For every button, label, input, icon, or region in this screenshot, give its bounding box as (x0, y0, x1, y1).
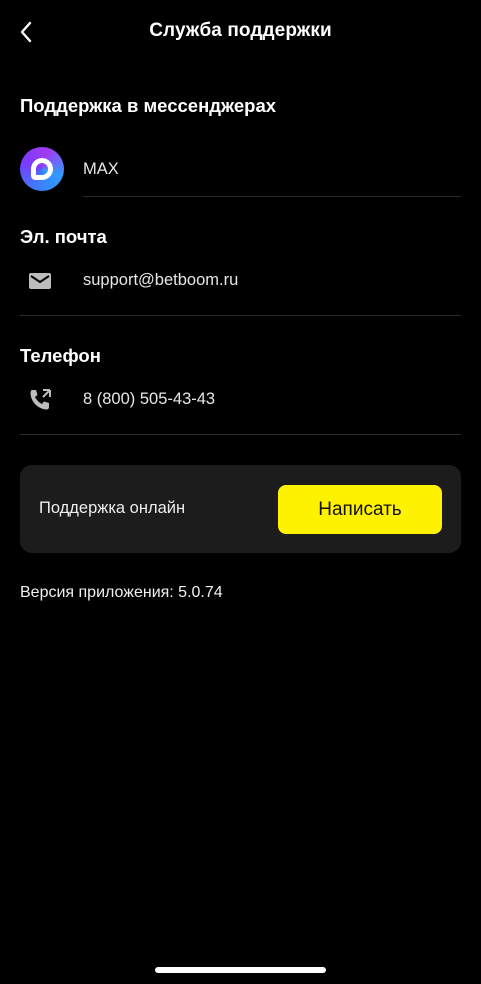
email-address: support@betboom.ru (83, 271, 239, 289)
app-version: Версия приложения: 5.0.74 (20, 584, 223, 601)
phone-row[interactable]: 8 (800) 505-43-43 (0, 385, 481, 437)
write-button[interactable]: Написать (278, 485, 442, 534)
email-heading: Эл. почта (20, 226, 107, 247)
phone-icon (27, 387, 53, 413)
messenger-item-label: MAX (83, 160, 119, 178)
page-title: Служба поддержки (149, 20, 332, 41)
support-screen: Служба поддержки Поддержка в мессенджера… (0, 0, 481, 984)
divider (20, 315, 461, 316)
online-support-label: Поддержка онлайн (39, 499, 186, 517)
divider (83, 196, 461, 197)
phone-heading: Телефон (20, 345, 101, 366)
phone-number: 8 (800) 505-43-43 (83, 390, 216, 408)
max-logo-icon (20, 147, 64, 191)
top-bar: Служба поддержки (0, 0, 481, 66)
email-row[interactable]: support@betboom.ru (0, 266, 481, 318)
messengers-heading: Поддержка в мессенджерах (20, 95, 277, 116)
mail-icon (27, 268, 53, 294)
home-indicator[interactable] (155, 967, 326, 973)
divider (20, 434, 461, 435)
online-support-card: Поддержка онлайн Написать (20, 465, 461, 553)
messenger-item-max[interactable]: MAX (0, 147, 481, 199)
